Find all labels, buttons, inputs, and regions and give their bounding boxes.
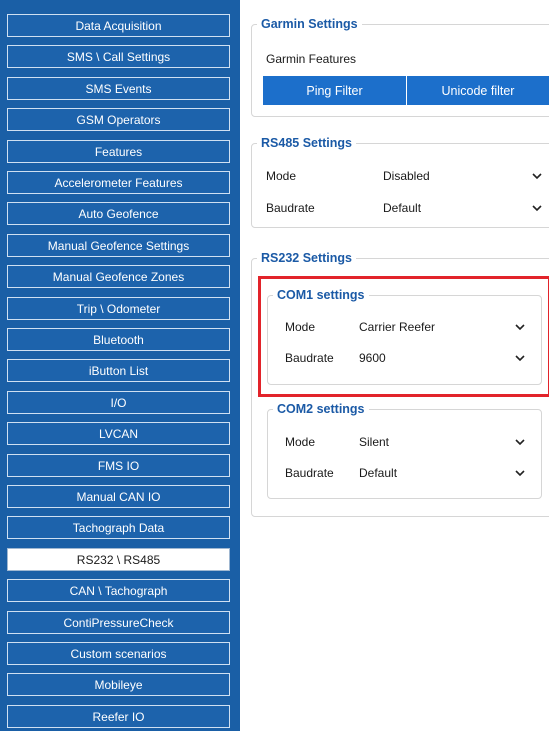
tab-unicode-filter[interactable]: Unicode filter: [407, 76, 549, 105]
sidebar-item-trip-odometer[interactable]: Trip \ Odometer: [7, 297, 230, 320]
garmin-settings-title: Garmin Settings: [261, 17, 358, 31]
sidebar-item-lvcan[interactable]: LVCAN: [7, 422, 230, 445]
com2-mode-select[interactable]: Silent: [352, 431, 532, 453]
com2-baudrate-value: Default: [359, 466, 398, 480]
rs485-baudrate-label: Baudrate: [266, 201, 315, 215]
com2-settings-title: COM2 settings: [277, 402, 365, 416]
sidebar-item-accelerometer-features[interactable]: Accelerometer Features: [7, 171, 230, 194]
garmin-features-label: Garmin Features: [266, 52, 357, 66]
com2-mode-label: Mode: [285, 435, 316, 449]
sidebar-item-manual-geofence-zones[interactable]: Manual Geofence Zones: [7, 265, 230, 288]
rs485-mode-label: Mode: [266, 169, 297, 183]
sidebar-item-manual-geofence-settings[interactable]: Manual Geofence Settings: [7, 234, 230, 257]
sidebar-item-conti-pressure-check[interactable]: ContiPressureCheck: [7, 611, 230, 634]
sidebar-item-tachograph-data[interactable]: Tachograph Data: [7, 516, 230, 539]
rs485-baudrate-select[interactable]: Default: [376, 197, 549, 219]
sidebar-item-mobileye[interactable]: Mobileye: [7, 673, 230, 696]
sidebar-item-data-acquisition[interactable]: Data Acquisition: [7, 14, 230, 37]
chevron-down-icon: [515, 470, 525, 477]
sidebar-item-bluetooth[interactable]: Bluetooth: [7, 328, 230, 351]
tab-ping-filter[interactable]: Ping Filter: [263, 76, 407, 105]
rs232-settings-title: RS232 Settings: [261, 251, 353, 265]
sidebar-item-gsm-operators[interactable]: GSM Operators: [7, 108, 230, 131]
rs485-settings-title: RS485 Settings: [261, 136, 353, 150]
chevron-down-icon: [532, 173, 542, 180]
sidebar-item-custom-scenarios[interactable]: Custom scenarios: [7, 642, 230, 665]
com2-baudrate-label: Baudrate: [285, 466, 334, 480]
sidebar-item-ibutton-list[interactable]: iButton List: [7, 359, 230, 382]
chevron-down-icon: [532, 205, 542, 212]
rs485-mode-select[interactable]: Disabled: [376, 165, 549, 187]
sidebar-item-fms-io[interactable]: FMS IO: [7, 454, 230, 477]
rs485-baudrate-value: Default: [383, 201, 422, 215]
sidebar-item-sms-call-settings[interactable]: SMS \ Call Settings: [7, 45, 230, 68]
sidebar-item-rs232-rs485[interactable]: RS232 \ RS485: [7, 548, 230, 571]
rs485-mode-value: Disabled: [383, 169, 430, 183]
sidebar-item-reefer-io[interactable]: Reefer IO: [7, 705, 230, 728]
com2-mode-value: Silent: [359, 435, 390, 449]
sidebar-item-manual-can-io[interactable]: Manual CAN IO: [7, 485, 230, 508]
highlight-box: [258, 276, 549, 397]
chevron-down-icon: [515, 439, 525, 446]
sidebar-item-features[interactable]: Features: [7, 140, 230, 163]
sidebar-item-io[interactable]: I/O: [7, 391, 230, 414]
com2-baudrate-select[interactable]: Default: [352, 462, 532, 484]
sidebar-item-sms-events[interactable]: SMS Events: [7, 77, 230, 100]
sidebar: Data Acquisition SMS \ Call Settings SMS…: [0, 0, 240, 731]
sidebar-item-auto-geofence[interactable]: Auto Geofence: [7, 202, 230, 225]
sidebar-item-can-tachograph[interactable]: CAN \ Tachograph: [7, 579, 230, 602]
